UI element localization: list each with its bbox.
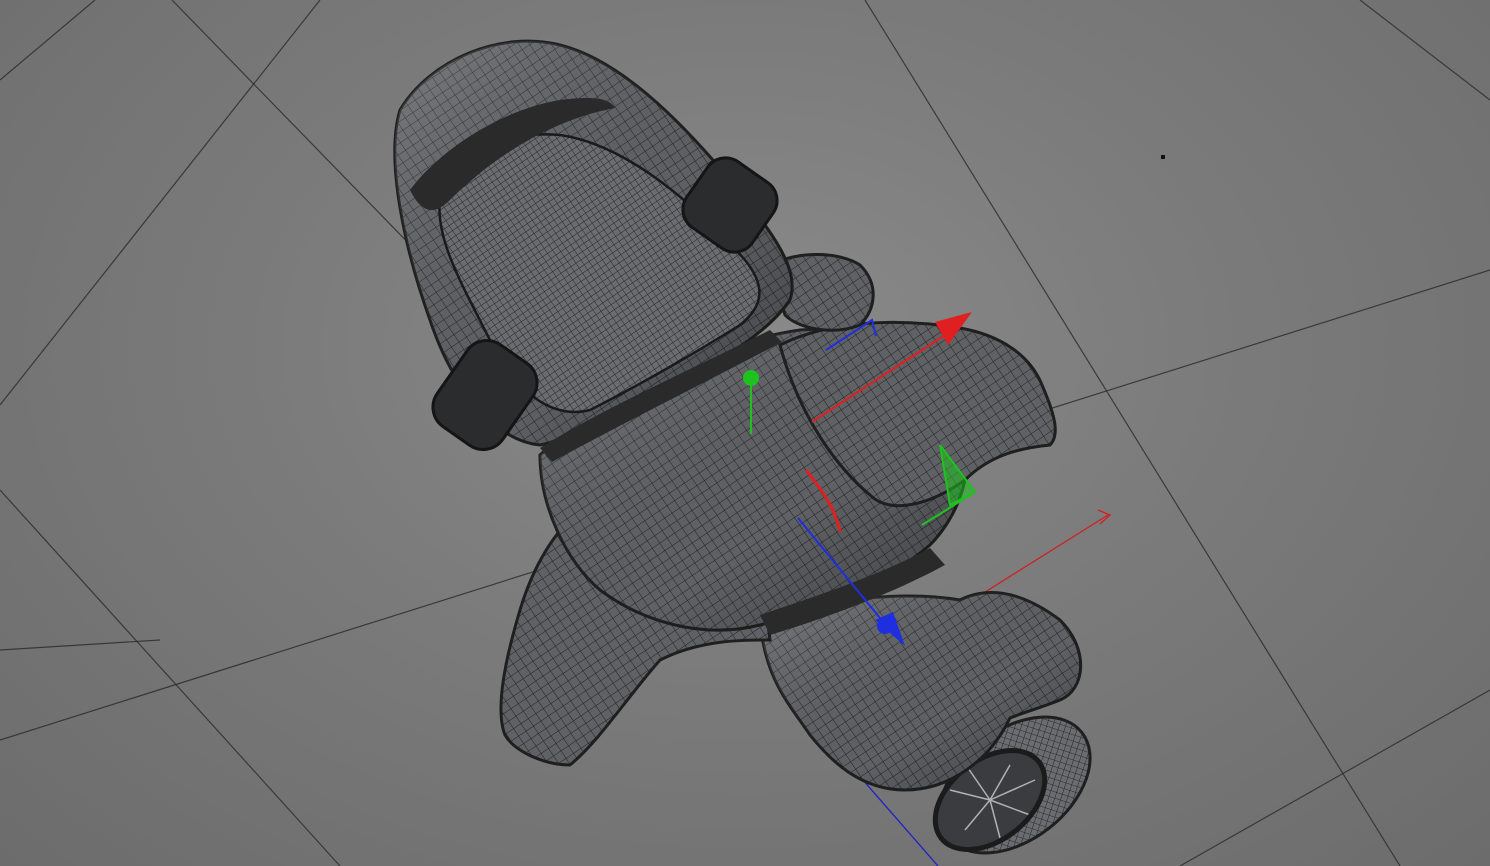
- 3d-viewport[interactable]: [0, 0, 1490, 866]
- spaceship-model[interactable]: [393, 39, 1116, 866]
- grid-line: [0, 0, 321, 406]
- stray-vertex-marker: [1161, 155, 1165, 159]
- grid-line: [0, 639, 161, 651]
- grid-line: [0, 489, 341, 866]
- grid-line: [1179, 689, 1490, 866]
- gizmo-z-handle[interactable]: [877, 618, 893, 634]
- grid-line: [1359, 0, 1490, 101]
- viewport-canvas[interactable]: [0, 0, 1490, 866]
- grid-line: [0, 0, 96, 81]
- gizmo-y-handle[interactable]: [743, 370, 759, 386]
